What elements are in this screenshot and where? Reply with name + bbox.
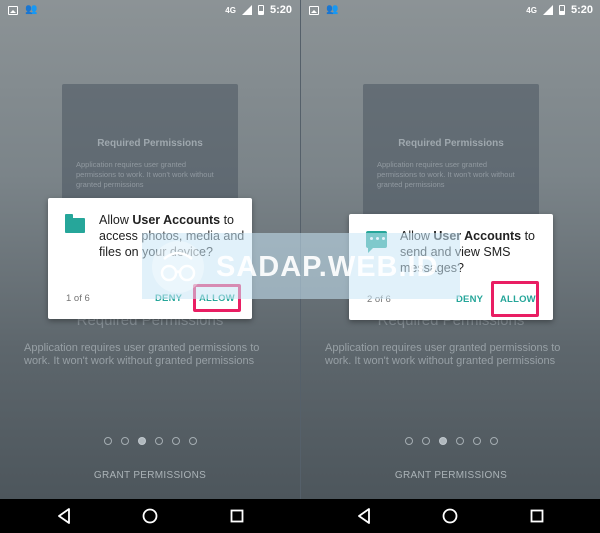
watermark: SADAP.WEB.ID [142,233,460,299]
back-icon[interactable] [57,508,71,524]
background-card-text: Application requires user granted permis… [377,160,515,189]
page-indicator [0,437,300,445]
home-icon[interactable] [442,508,458,524]
clock: 5:20 [570,4,593,16]
page-dot [472,437,481,445]
status-bar: 👥 4G 5:20 [0,0,300,20]
deny-button[interactable]: DENY [456,294,483,305]
watermark-logo-icon [152,241,204,293]
page-dot [120,437,129,445]
page-dot [489,437,498,445]
back-icon[interactable] [357,508,371,524]
dialog-message-prefix: Allow [99,213,133,227]
background-description: Application requires user granted permis… [24,342,260,367]
image-notification-icon [309,5,319,15]
background-card-text: Application requires user granted permis… [76,160,214,189]
page-dot [421,437,430,445]
allow-highlight-box [491,281,539,317]
clock: 5:20 [269,4,292,16]
signal-icon [542,5,553,15]
background-card-title: Required Permissions [398,138,504,149]
image-notification-icon [8,5,18,15]
page-dot [404,437,413,445]
page-dot [154,437,163,445]
page-dot [455,437,464,445]
background-description: Application requires user granted permis… [325,342,561,367]
network-type: 4G [225,5,236,15]
grant-permissions-button[interactable]: GRANT PERMISSIONS [0,470,300,481]
page-dot-active [137,437,146,445]
navigation-bar [0,499,600,533]
page-dot [171,437,180,445]
page-dot-active [438,437,447,445]
recent-apps-icon[interactable] [530,508,544,524]
page-dot [188,437,197,445]
background-card-title: Required Permissions [97,138,203,149]
watermark-text: SADAP.WEB.ID [216,251,439,283]
background-card: Required Permissions Application require… [363,84,539,224]
status-bar: 👥 4G 5:20 [301,0,600,20]
page-dot [103,437,112,445]
battery-icon [558,5,565,15]
dialog-count: 1 of 6 [66,293,90,304]
dialog-app-name: User Accounts [132,213,221,227]
grant-permissions-button[interactable]: GRANT PERMISSIONS [301,470,600,481]
battery-icon [257,5,264,15]
page-indicator [301,437,600,445]
home-icon[interactable] [142,508,158,524]
signal-icon [241,5,252,15]
people-notification-icon: 👥 [326,4,339,15]
recent-apps-icon[interactable] [230,508,244,524]
people-notification-icon: 👥 [25,4,38,15]
network-type: 4G [526,5,537,15]
folder-icon [65,214,85,233]
